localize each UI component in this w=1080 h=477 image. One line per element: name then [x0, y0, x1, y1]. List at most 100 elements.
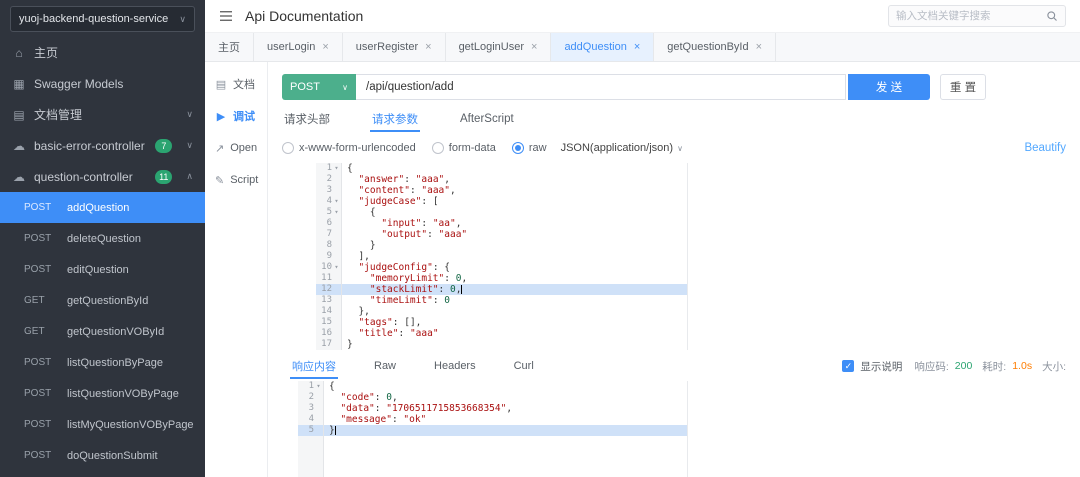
endpoint-method-label: POST	[24, 202, 52, 213]
send-button[interactable]: 发 送	[848, 74, 930, 100]
time-label: 耗时:	[982, 360, 1007, 373]
sidebar-endpoint-editQuestion[interactable]: POST editQuestion	[0, 254, 205, 285]
rail-item-doc[interactable]: ▤ 文档	[205, 68, 267, 100]
sidebar-item-swagger-models[interactable]: ▦ Swagger Models	[0, 68, 205, 99]
content-type-select[interactable]: JSON(application/json) ∨	[561, 142, 683, 154]
close-icon[interactable]: ×	[634, 41, 640, 53]
editor-line: 7 "output": "aaa"	[316, 229, 688, 240]
endpoint-name-label: doQuestionSubmit	[67, 449, 158, 462]
line-number: 4 ▾	[316, 196, 342, 207]
sidebar-endpoint-listQuestionVOByPage[interactable]: POST listQuestionVOByPage	[0, 378, 205, 409]
code-line: "judgeCase": [	[342, 196, 688, 207]
reset-button[interactable]: 重 置	[940, 74, 986, 100]
endpoint-method-label: POST	[24, 388, 52, 399]
tab-userLogin[interactable]: userLogin ×	[254, 33, 343, 61]
close-icon[interactable]: ×	[756, 41, 762, 53]
line-number: 9	[316, 251, 342, 262]
editor-line: 16 "title": "aaa"	[316, 328, 688, 339]
close-icon[interactable]: ×	[322, 41, 328, 53]
body-type-option-form-data[interactable]: form-data	[431, 142, 496, 154]
rail-item-label: 文档	[233, 79, 255, 91]
request-tab-params[interactable]: 请求参数	[370, 101, 420, 137]
body-type-list: x-www-form-urlencoded form-data raw	[282, 142, 547, 154]
line-number	[298, 436, 324, 477]
sidebar-endpoint-getQuestionById[interactable]: GET getQuestionById	[0, 285, 205, 316]
sidebar-endpoint-listQuestionByPage[interactable]: POST listQuestionByPage	[0, 347, 205, 378]
line-number-text: 4	[308, 414, 314, 424]
rail-item-open[interactable]: ↗ Open	[205, 132, 267, 164]
close-icon[interactable]: ×	[531, 41, 537, 53]
doc-rail: ▤ 文档 ▶ 调试 ↗ Open ✎ Script	[205, 62, 268, 477]
method-select[interactable]: POST ∨	[282, 74, 356, 100]
search-input[interactable]	[896, 10, 1042, 22]
chevron-up-icon: ∧	[186, 171, 193, 181]
url-input[interactable]	[356, 74, 846, 100]
sidebar: yuoj-backend-question-service ∨ ⌂ 主页 ▦ Swag…	[0, 0, 205, 477]
tab-getLoginUser[interactable]: getLoginUser ×	[446, 33, 552, 61]
editor-line: 15 "tags": [],	[316, 317, 688, 328]
show-desc-checkbox[interactable]: ✓	[842, 360, 855, 372]
editor-line: 10 ▾ "judgeConfig": {	[316, 262, 688, 273]
fold-icon[interactable]: ▾	[332, 207, 341, 218]
menu-collapse-icon[interactable]	[219, 10, 233, 22]
body-type-option-x-www-form-urlencoded[interactable]: x-www-form-urlencoded	[282, 142, 416, 154]
sidebar-item-question-controller[interactable]: ☁ question-controller 11 ∧	[0, 161, 205, 192]
rail-item-debug[interactable]: ▶ 调试	[205, 100, 267, 132]
editor-line: 9 ],	[316, 251, 688, 262]
editor-line: 1 ▾{	[316, 163, 688, 174]
fold-icon[interactable]: ▾	[332, 163, 341, 174]
open-icon: ↗	[215, 142, 225, 155]
code-line: "stackLimit": 0,	[342, 284, 688, 295]
search-icon[interactable]	[1046, 10, 1058, 22]
count-badge: 7	[155, 138, 173, 153]
rail-item-script[interactable]: ✎ Script	[205, 164, 267, 196]
service-select-value: yuoj-backend-question-service	[19, 13, 169, 25]
code-line: },	[342, 306, 688, 317]
code-line: }	[324, 425, 688, 436]
tab-label: 主页	[218, 42, 240, 54]
tab-userRegister[interactable]: userRegister ×	[343, 33, 446, 61]
response-body-editor[interactable]: 1 ▾{2 "code": 0, 3 "data": "17065117158536…	[298, 381, 688, 477]
response-tab-curl[interactable]: Curl	[512, 351, 536, 381]
line-number-text: 7	[326, 229, 332, 239]
tab-home[interactable]: 主页	[205, 33, 254, 61]
response-tab-raw[interactable]: Raw	[372, 351, 398, 381]
fold-icon[interactable]: ▾	[332, 262, 341, 273]
response-tab-headers[interactable]: Headers	[432, 351, 478, 381]
fold-icon[interactable]: ▾	[332, 196, 341, 207]
code-line: "message": "ok"	[324, 414, 688, 425]
sidebar-item-basic-error-controller[interactable]: ☁ basic-error-controller 7 ∨	[0, 130, 205, 161]
editor-line: 3 "content": "aaa",	[316, 185, 688, 196]
sidebar-item-home[interactable]: ⌂ 主页	[0, 37, 205, 68]
sidebar-item-label: 文档管理	[34, 108, 83, 122]
body-type-option-raw[interactable]: raw	[511, 142, 547, 154]
request-body-editor[interactable]: 1 ▾{2 "answer": "aaa", 3 "content": "aaa",…	[316, 163, 688, 350]
service-select[interactable]: yuoj-backend-question-service ∨	[10, 6, 195, 32]
tab-addQuestion[interactable]: addQuestion ×	[551, 33, 655, 61]
sidebar-endpoint-getQuestionVOById[interactable]: GET getQuestionVOById	[0, 316, 205, 347]
sidebar-item-label: Swagger Models	[34, 76, 124, 91]
sidebar-endpoint-doQuestionSubmit[interactable]: POST doQuestionSubmit	[0, 440, 205, 471]
request-tab-headers[interactable]: 请求头部	[282, 101, 332, 137]
sidebar-endpoint-addQuestion[interactable]: POST addQuestion	[0, 192, 205, 223]
sidebar-endpoint-listMyQuestionVOByPage[interactable]: POST listMyQuestionVOByPage	[0, 409, 205, 440]
close-icon[interactable]: ×	[425, 41, 431, 53]
tab-bar: 主页 userLogin × userRegister × getLoginUser × ad…	[205, 32, 1080, 62]
time-value: 1.0s	[1012, 360, 1033, 372]
sidebar-endpoint-deleteQuestion[interactable]: POST deleteQuestion	[0, 223, 205, 254]
sidebar-item-label: question-controller	[34, 169, 133, 184]
chevron-down-icon: ∨	[677, 143, 683, 153]
line-number-text: 8	[326, 240, 332, 250]
response-tab-content[interactable]: 响应内容	[290, 349, 338, 383]
beautify-link[interactable]: Beautify	[1024, 142, 1066, 154]
endpoint-name-label: listQuestionVOByPage	[67, 387, 179, 400]
tab-label: getQuestionById	[667, 41, 749, 53]
work-area: POST ∨ 发 送 重 置 请求头部 请求参数 AfterScript x-www…	[268, 62, 1080, 477]
line-number: 3	[316, 185, 342, 196]
request-tab-afterscript[interactable]: AfterScript	[458, 103, 516, 135]
editor-line: 5}	[298, 425, 688, 436]
size-label: 大小:	[1042, 360, 1066, 373]
sidebar-item-doc-manage[interactable]: ▤ 文档管理 ∨	[0, 99, 205, 130]
line-number: 2	[316, 174, 342, 185]
tab-getQuestionById[interactable]: getQuestionById ×	[654, 33, 777, 61]
